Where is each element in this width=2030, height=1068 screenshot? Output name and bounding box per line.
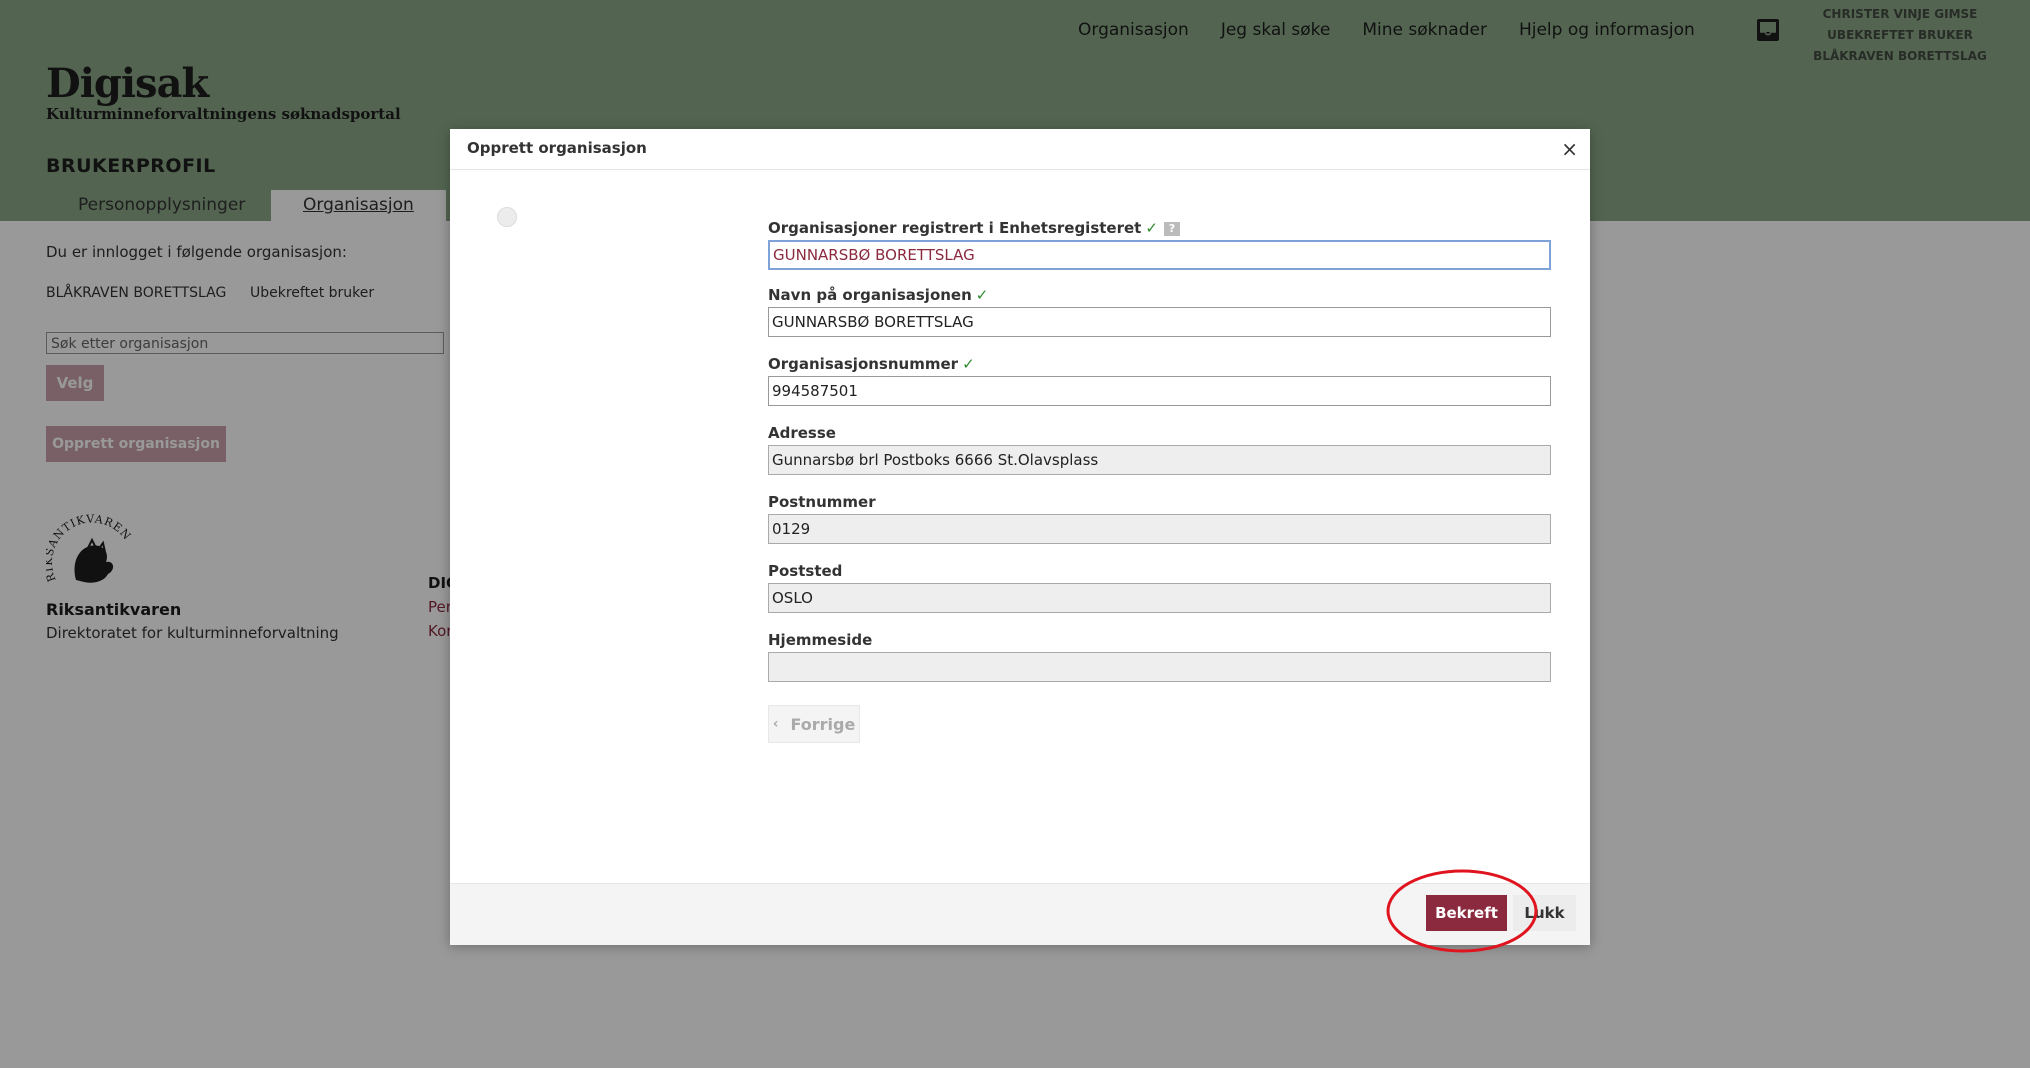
dialog-header: Opprett organisasjon × bbox=[450, 129, 1590, 170]
postal-place-input[interactable] bbox=[768, 583, 1551, 613]
forrige-label: Forrige bbox=[790, 714, 856, 734]
org-number-input[interactable] bbox=[768, 376, 1551, 406]
field-label: Organisasjonsnummer ✓ bbox=[768, 355, 975, 373]
field-label: Hjemmeside bbox=[768, 631, 873, 649]
opprett-organisasjon-dialog: Opprett organisasjon × Organisasjoner re… bbox=[450, 129, 1590, 945]
postal-code-input[interactable] bbox=[768, 514, 1551, 544]
close-icon[interactable]: × bbox=[1561, 137, 1578, 161]
step-indicator-dot bbox=[497, 207, 517, 227]
field-label: Adresse bbox=[768, 424, 836, 442]
field-postnummer: Postnummer bbox=[768, 492, 1551, 544]
check-icon: ✓ bbox=[962, 355, 975, 373]
highlight-ellipse-annotation bbox=[1386, 869, 1538, 953]
field-label: Navn på organisasjonen ✓ bbox=[768, 286, 989, 304]
field-label: Poststed bbox=[768, 562, 843, 580]
org-name-input[interactable] bbox=[768, 307, 1551, 337]
chevron-left-icon: ‹ bbox=[772, 716, 779, 732]
dialog-title: Opprett organisasjon bbox=[467, 139, 647, 157]
homepage-input[interactable] bbox=[768, 652, 1551, 682]
field-label: Postnummer bbox=[768, 493, 876, 511]
field-navn: Navn på organisasjonen ✓ bbox=[768, 285, 1551, 337]
forrige-button[interactable]: ‹ Forrige bbox=[768, 705, 860, 743]
field-enhetsregisteret: Organisasjoner registrert i Enhetsregist… bbox=[768, 218, 1551, 270]
field-hjemmeside: Hjemmeside bbox=[768, 630, 1551, 682]
field-adresse: Adresse bbox=[768, 423, 1551, 475]
address-input[interactable] bbox=[768, 445, 1551, 475]
check-icon: ✓ bbox=[975, 286, 989, 304]
field-poststed: Poststed bbox=[768, 561, 1551, 613]
field-label: Organisasjoner registrert i Enhetsregist… bbox=[768, 218, 1551, 238]
field-orgnummer: Organisasjonsnummer ✓ bbox=[768, 354, 1551, 406]
help-icon[interactable]: ? bbox=[1163, 221, 1180, 236]
enhetsregisteret-search-input[interactable] bbox=[768, 240, 1551, 270]
check-icon: ✓ bbox=[1145, 219, 1158, 237]
